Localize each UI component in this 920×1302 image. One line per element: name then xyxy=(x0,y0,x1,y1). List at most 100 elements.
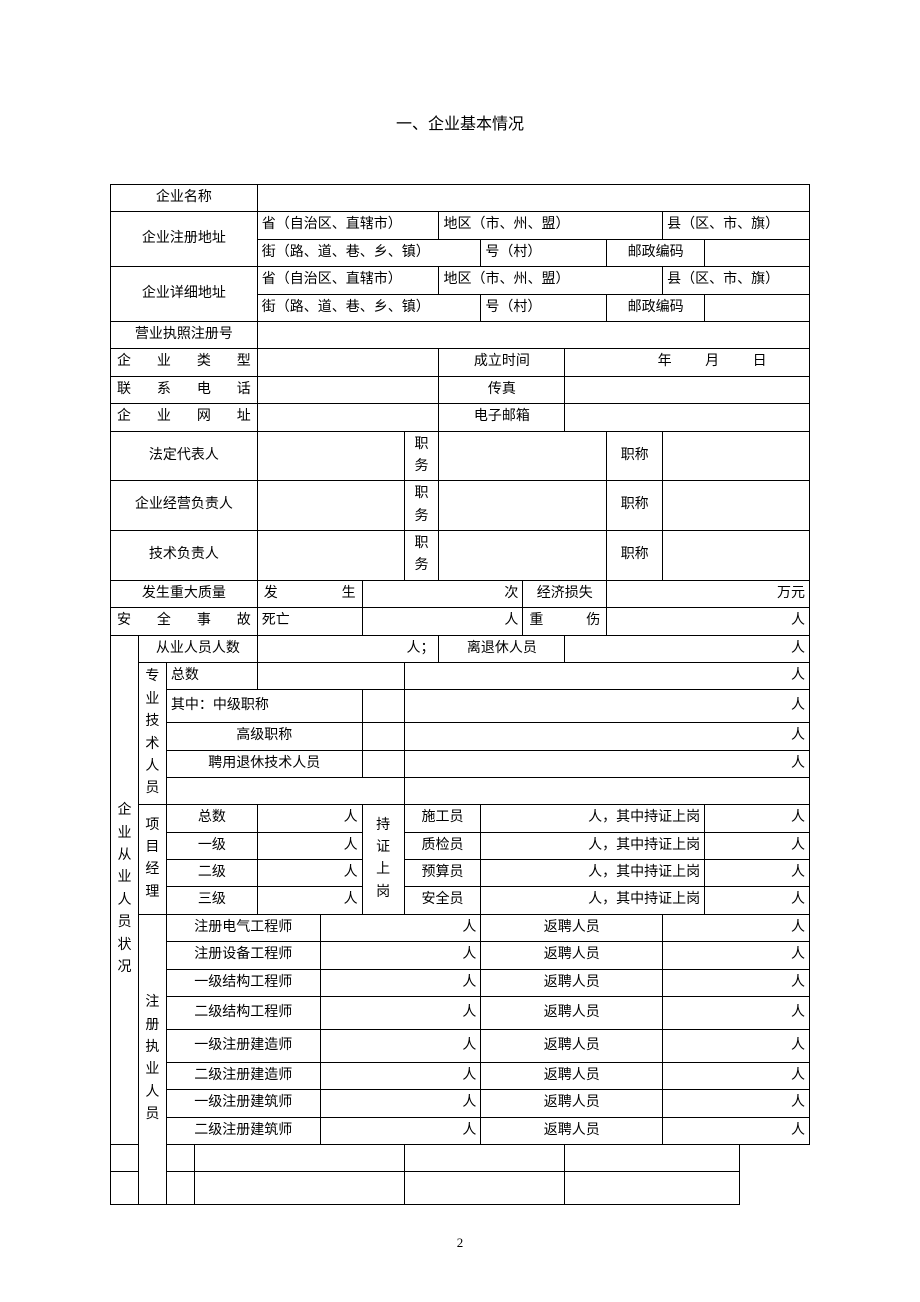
empty-row-1c[interactable] xyxy=(404,1145,565,1172)
label-title3: 职称 xyxy=(607,531,663,581)
field-rehired3[interactable]: 人 xyxy=(663,969,810,996)
field-rehired5[interactable]: 人 xyxy=(663,1029,810,1062)
label-staff-status: 企业从业人员状况 xyxy=(111,635,139,1144)
field-pm-l3[interactable]: 人 xyxy=(257,887,362,914)
field-constr[interactable]: 人，其中持证上岗 xyxy=(481,805,705,832)
field-econ-loss[interactable]: 万元 xyxy=(607,580,810,607)
field-company-name[interactable] xyxy=(257,185,809,212)
label-hired-retired: 聘用退休技术人员 xyxy=(166,750,362,777)
field-quality[interactable]: 人，其中持证上岗 xyxy=(481,832,705,859)
field-safety[interactable]: 人，其中持证上岗 xyxy=(481,887,705,914)
field-pt-total-blank[interactable] xyxy=(257,663,404,690)
field-pt-total[interactable]: 人 xyxy=(404,663,809,690)
field-mid-blank[interactable] xyxy=(362,690,404,723)
field-mid[interactable]: 人 xyxy=(404,690,809,723)
field-pm-total[interactable]: 人 xyxy=(257,805,362,832)
field-quality-cert[interactable]: 人 xyxy=(705,832,810,859)
field-reg-equip[interactable]: 人 xyxy=(320,942,481,969)
field-tech-mgr[interactable] xyxy=(257,531,404,581)
label-region2: 地区（市、州、盟） xyxy=(439,267,663,294)
field-biz-title[interactable] xyxy=(663,481,810,531)
label-constr-staff: 施工员 xyxy=(404,805,481,832)
label-rehired4: 返聘人员 xyxy=(481,996,663,1029)
field-constr-cert[interactable]: 人 xyxy=(705,805,810,832)
label-struct1: 一级结构工程师 xyxy=(166,969,320,996)
label-title2: 职称 xyxy=(607,481,663,531)
field-rehired6[interactable]: 人 xyxy=(663,1062,810,1089)
field-email[interactable] xyxy=(565,404,810,431)
field-ent-type[interactable] xyxy=(257,349,439,376)
field-retired[interactable]: 人 xyxy=(565,635,810,662)
label-rehired5: 返聘人员 xyxy=(481,1029,663,1062)
field-biz-duty[interactable] xyxy=(439,481,607,531)
field-postcode[interactable] xyxy=(705,239,810,266)
field-architect2[interactable]: 人 xyxy=(320,1117,481,1144)
field-injury[interactable]: 人 xyxy=(607,608,810,635)
label-rehired8: 返聘人员 xyxy=(481,1117,663,1144)
pt-spacer xyxy=(166,778,404,805)
label-province2: 省（自治区、直辖市） xyxy=(257,267,439,294)
field-safety-cert[interactable]: 人 xyxy=(705,887,810,914)
field-legal-duty[interactable] xyxy=(439,431,607,481)
field-rehired1[interactable]: 人 xyxy=(663,914,810,941)
field-rehired2[interactable]: 人 xyxy=(663,942,810,969)
field-pm-l2[interactable]: 人 xyxy=(257,859,362,886)
field-legal-title[interactable] xyxy=(663,431,810,481)
label-reg-equip: 注册设备工程师 xyxy=(166,942,320,969)
label-legal-rep: 法定代表人 xyxy=(111,431,258,481)
label-street2: 街（路、道、巷、乡、镇） xyxy=(257,294,481,321)
field-tech-duty[interactable] xyxy=(439,531,607,581)
label-mid-title: 其中：中级职称 xyxy=(166,690,362,723)
empty-row-1b[interactable] xyxy=(194,1145,404,1172)
field-budget-cert[interactable]: 人 xyxy=(705,859,810,886)
field-senior[interactable]: 人 xyxy=(404,723,809,750)
field-fax[interactable] xyxy=(565,376,810,403)
empty-row-2b[interactable] xyxy=(194,1172,404,1205)
label-duty: 职务 xyxy=(404,431,439,481)
empty-row-1a[interactable] xyxy=(111,1145,195,1172)
field-struct2[interactable]: 人 xyxy=(320,996,481,1029)
field-sen-blank[interactable] xyxy=(362,723,404,750)
label-rehired7: 返聘人员 xyxy=(481,1090,663,1117)
field-death[interactable]: 人 xyxy=(362,608,523,635)
field-phone[interactable] xyxy=(257,376,439,403)
label-county2: 县（区、市、旗） xyxy=(663,267,810,294)
empty-row-2c[interactable] xyxy=(404,1172,565,1205)
empty-row-2a[interactable] xyxy=(111,1172,195,1205)
field-budget[interactable]: 人，其中持证上岗 xyxy=(481,859,705,886)
field-reg-elec[interactable]: 人 xyxy=(320,914,481,941)
field-postcode2[interactable] xyxy=(705,294,810,321)
empty-row-1d[interactable] xyxy=(565,1145,740,1172)
field-hr-blank[interactable] xyxy=(362,750,404,777)
field-rehired4[interactable]: 人 xyxy=(663,996,810,1029)
field-license-no[interactable] xyxy=(257,321,809,348)
field-rehired8[interactable]: 人 xyxy=(663,1117,810,1144)
label-retired: 离退休人员 xyxy=(439,635,565,662)
field-pm-l1[interactable]: 人 xyxy=(257,832,362,859)
field-est-time[interactable]: 年 月 日 xyxy=(565,349,810,376)
field-rehired7[interactable]: 人 xyxy=(663,1090,810,1117)
label-total: 总数 xyxy=(166,663,257,690)
field-occur-times[interactable]: 次 xyxy=(362,580,523,607)
label-detail-addr: 企业详细地址 xyxy=(111,267,258,322)
label-reg-elec: 注册电气工程师 xyxy=(166,914,320,941)
label-quality: 发生重大质量 xyxy=(111,580,258,607)
label-budget-staff: 预算员 xyxy=(404,859,481,886)
field-biz-mgr[interactable] xyxy=(257,481,404,531)
field-tech-title[interactable] xyxy=(663,531,810,581)
field-hired-retired[interactable]: 人 xyxy=(404,750,809,777)
field-builder1[interactable]: 人 xyxy=(320,1029,481,1062)
field-legal-rep[interactable] xyxy=(257,431,404,481)
label-postcode: 邮政编码 xyxy=(607,239,705,266)
empty-row-2d[interactable] xyxy=(565,1172,740,1205)
label-injury: 重伤 xyxy=(523,608,607,635)
field-builder2[interactable]: 人 xyxy=(320,1062,481,1089)
label-biz-mgr: 企业经营负责人 xyxy=(111,481,258,531)
label-pm-total: 总数 xyxy=(166,805,257,832)
field-emp-count[interactable]: 人； xyxy=(257,635,439,662)
field-architect1[interactable]: 人 xyxy=(320,1090,481,1117)
label-region: 地区（市、州、盟） xyxy=(439,212,663,239)
label-pm-l3: 三级 xyxy=(166,887,257,914)
field-struct1[interactable]: 人 xyxy=(320,969,481,996)
field-website[interactable] xyxy=(257,404,439,431)
